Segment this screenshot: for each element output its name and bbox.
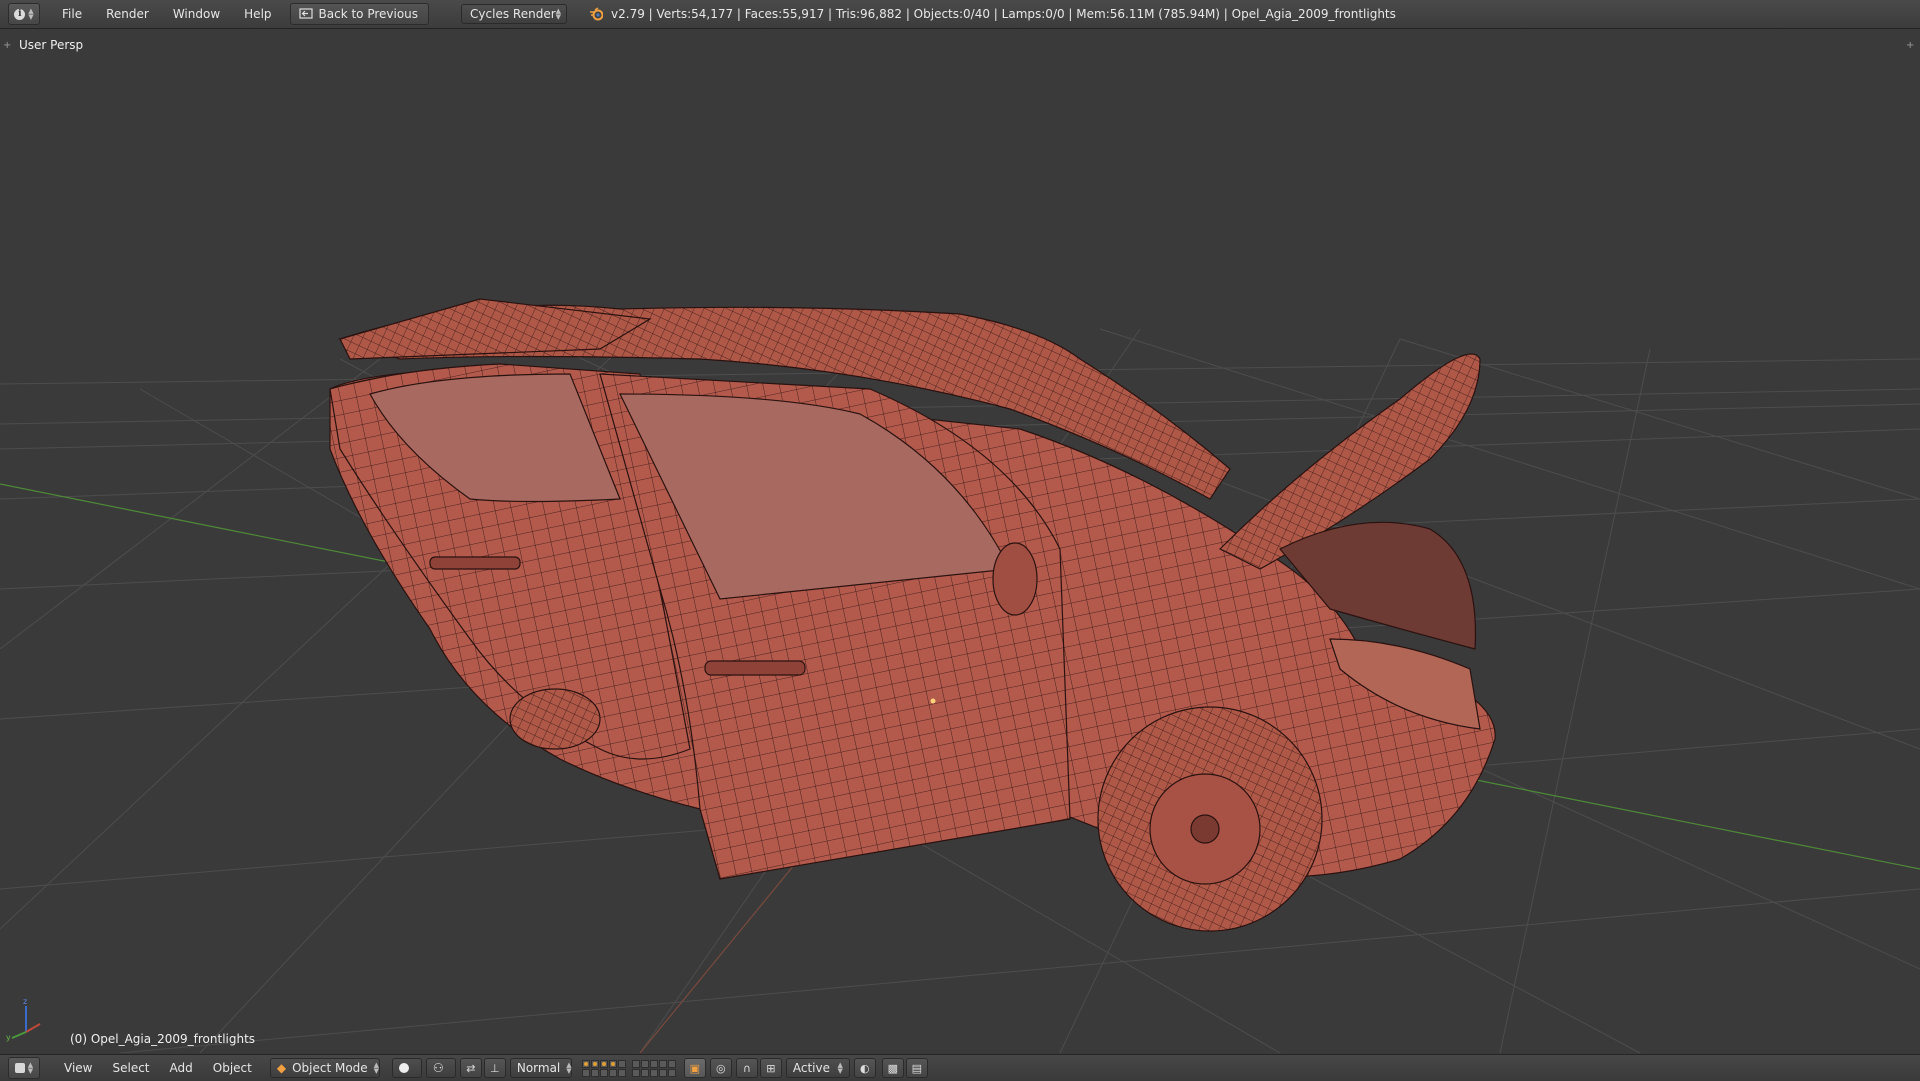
layer-button[interactable] xyxy=(649,1059,658,1068)
snap-element-select[interactable]: ⊞ xyxy=(759,1058,782,1078)
blender-logo-icon xyxy=(590,7,604,21)
magnet-icon: ∩ xyxy=(742,1061,751,1075)
snap-toggle-button[interactable]: ∩ xyxy=(735,1058,758,1078)
manipulator-icon: ⇄ xyxy=(466,1061,476,1075)
updown-arrows-icon: ▲ ▼ xyxy=(566,1061,572,1075)
screen-back-icon xyxy=(298,8,313,19)
layer-button[interactable] xyxy=(640,1068,649,1077)
svg-text:z: z xyxy=(23,997,27,1006)
layer-button[interactable] xyxy=(581,1059,590,1068)
menu-select[interactable]: Select xyxy=(102,1061,159,1075)
svg-text:y: y xyxy=(6,1033,11,1042)
menu-window[interactable]: Window xyxy=(161,7,232,21)
rear-wheel[interactable] xyxy=(509,688,601,750)
info-header: i ▲ ▼ File Render Window Help Back to Pre… xyxy=(0,0,1920,29)
layer-button[interactable] xyxy=(667,1059,676,1068)
car-mesh[interactable] xyxy=(329,298,1496,932)
layer-button[interactable] xyxy=(640,1059,649,1068)
layer-button[interactable] xyxy=(590,1068,599,1077)
view3d-header: ▲ ▼ View Select Add Object ◆ Object Mode … xyxy=(0,1054,1920,1081)
view-perspective-label: User Persp xyxy=(19,38,84,52)
info-icon: i xyxy=(14,8,26,20)
object-mode-icon: ◆ xyxy=(276,1061,287,1075)
axis-arrows-icon: ⊥ xyxy=(490,1061,500,1075)
scene-statistics: v2.79 | Verts:54,177 | Faces:55,917 | Tr… xyxy=(611,7,1396,21)
door-handle-rear[interactable] xyxy=(429,556,521,570)
layer-button[interactable] xyxy=(608,1068,617,1077)
layer-button[interactable] xyxy=(599,1068,608,1077)
viewport-shading-select[interactable] xyxy=(391,1058,422,1078)
clapper-icon: ▤ xyxy=(911,1061,923,1075)
snap-target-value: Active xyxy=(792,1061,830,1075)
3d-viewport[interactable]: User Persp + + z y (0) Opel_Agia_2009_fr… xyxy=(0,29,1920,1053)
updown-arrows-icon: ▲ ▼ xyxy=(28,7,34,21)
proportional-edit-button[interactable]: ◎ xyxy=(709,1058,732,1078)
menu-view[interactable]: View xyxy=(54,1061,102,1075)
scene-layers-group-2[interactable] xyxy=(631,1059,676,1077)
snap-increment-icon: ⊞ xyxy=(766,1061,776,1075)
layer-button[interactable] xyxy=(631,1059,640,1068)
proportional-edit-icon: ◎ xyxy=(716,1061,726,1075)
updown-arrows-icon: ▲ ▼ xyxy=(27,1061,34,1075)
updown-arrows-icon: ▲ ▼ xyxy=(555,7,562,21)
axis-gizmo: z y xyxy=(6,997,41,1042)
side-mirror[interactable] xyxy=(992,542,1038,616)
manipulator-toggle[interactable]: ⇄ xyxy=(459,1058,482,1078)
layer-button[interactable] xyxy=(581,1068,590,1077)
layer-button[interactable] xyxy=(599,1059,608,1068)
opengl-render-button[interactable]: ◐ xyxy=(853,1058,876,1078)
menu-render[interactable]: Render xyxy=(94,7,161,21)
layer-button[interactable] xyxy=(658,1068,667,1077)
object-origin xyxy=(930,698,936,704)
pivot-point-select[interactable]: ⚇ xyxy=(425,1058,456,1078)
menu-object[interactable]: Object xyxy=(203,1061,262,1075)
3d-view-icon xyxy=(14,1063,25,1073)
snap-target-select[interactable]: Active ▲ ▼ xyxy=(785,1058,850,1078)
layer-button[interactable] xyxy=(590,1059,599,1068)
region-toggle-left-icon[interactable]: + xyxy=(3,40,11,51)
layer-button[interactable] xyxy=(608,1059,617,1068)
editor-type-button[interactable]: ▲ ▼ xyxy=(8,1057,40,1079)
layer-button[interactable] xyxy=(617,1059,626,1068)
solid-shading-icon xyxy=(398,1063,409,1073)
transform-orientation-value: Normal xyxy=(516,1061,561,1075)
opengl-render-image-button[interactable]: ▩ xyxy=(881,1058,904,1078)
render-engine-select[interactable]: Cycles Render ▲ ▼ xyxy=(461,4,568,24)
layer-button[interactable] xyxy=(617,1068,626,1077)
layer-button[interactable] xyxy=(658,1059,667,1068)
render-engine-value: Cycles Render xyxy=(470,7,556,21)
updown-arrows-icon: ▲ ▼ xyxy=(837,1061,843,1075)
layer-button[interactable] xyxy=(649,1068,658,1077)
active-object-label: (0) Opel_Agia_2009_frontlights xyxy=(70,1032,256,1046)
back-to-previous-button[interactable]: Back to Previous xyxy=(289,3,430,25)
layer-button[interactable] xyxy=(667,1068,676,1077)
menu-add[interactable]: Add xyxy=(160,1061,203,1075)
back-to-previous-label: Back to Previous xyxy=(318,7,419,21)
interaction-mode-value: Object Mode xyxy=(292,1061,368,1075)
translate-manipulator-button[interactable]: ⊥ xyxy=(483,1058,506,1078)
interaction-mode-select[interactable]: ◆ Object Mode ▲ ▼ xyxy=(269,1058,380,1078)
region-toggle-right-icon[interactable]: + xyxy=(1906,40,1914,51)
layer-button[interactable] xyxy=(631,1068,640,1077)
editor-type-button[interactable]: i ▲ ▼ xyxy=(8,3,40,25)
scene-layers-group-1[interactable] xyxy=(581,1059,626,1077)
opengl-render-animation-button[interactable]: ▤ xyxy=(905,1058,928,1078)
lock-layers-button[interactable]: ▣ xyxy=(683,1058,706,1078)
pivot-point-icon: ⚇ xyxy=(432,1061,444,1075)
transform-orientation-select[interactable]: Normal ▲ ▼ xyxy=(509,1058,572,1078)
door-handle[interactable] xyxy=(704,660,806,676)
menu-file[interactable]: File xyxy=(50,7,94,21)
camera-icon: ▩ xyxy=(887,1061,899,1075)
viewport-scene[interactable] xyxy=(0,29,1920,1053)
render-still-icon: ◐ xyxy=(860,1061,870,1075)
updown-arrows-icon: ▲ ▼ xyxy=(373,1061,380,1075)
menu-help[interactable]: Help xyxy=(232,7,283,21)
lock-icon: ▣ xyxy=(689,1061,701,1075)
